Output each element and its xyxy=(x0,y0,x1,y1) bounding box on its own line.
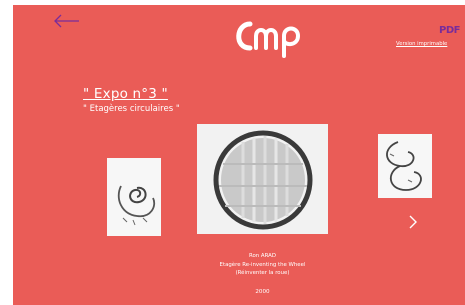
artwork-caption: Ron ARAD Etagère Re-inventing the Wheel … xyxy=(197,252,328,278)
print-version-link[interactable]: Version imprimable xyxy=(396,41,447,47)
cmp-logo xyxy=(232,14,304,60)
pdf-button[interactable]: PDF xyxy=(439,18,461,36)
curved-shelf-image xyxy=(378,134,432,198)
artwork-year: 2000 xyxy=(255,289,270,295)
artwork-image xyxy=(197,124,328,234)
artwork-title: Etagère Re-inventing the Wheel xyxy=(219,261,306,268)
page: PDF Version imprimable " Expo n°3 " " Et… xyxy=(0,0,465,305)
back-button[interactable] xyxy=(52,12,82,30)
spiral-shelf-image xyxy=(107,158,161,236)
thumbnail-next[interactable] xyxy=(378,134,432,198)
artwork-translation: (Réinventer la roue) xyxy=(235,270,290,277)
thumbnail-previous[interactable] xyxy=(107,158,161,236)
arrow-left-icon xyxy=(54,14,79,28)
artist-name: Ron ARAD xyxy=(249,253,276,259)
pdf-label: PDF xyxy=(439,25,460,36)
chevron-right-icon xyxy=(409,215,417,229)
expo-subtitle: " Etagères circulaires " xyxy=(83,104,180,114)
expo-title: " Expo n°3 " xyxy=(83,86,168,102)
next-button[interactable] xyxy=(406,212,420,232)
